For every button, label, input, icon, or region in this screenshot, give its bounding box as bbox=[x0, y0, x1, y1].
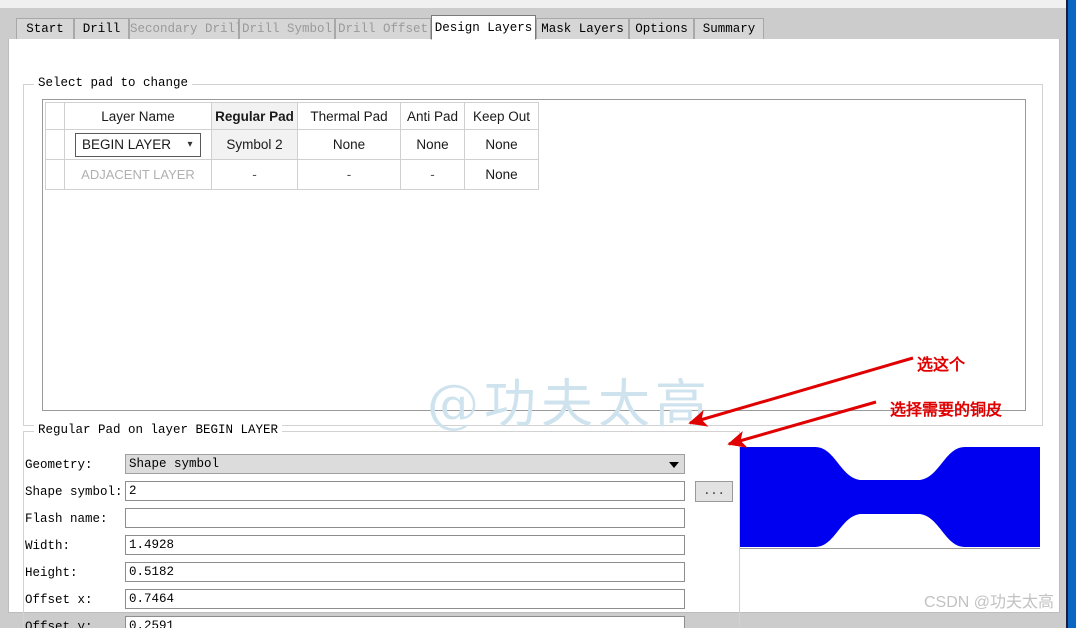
offset-x-input-value: 0.7464 bbox=[129, 592, 174, 606]
shape-symbol-input[interactable]: 2 bbox=[125, 481, 685, 501]
form-row-offset-x: Offset x: 0.7464 bbox=[25, 589, 705, 611]
window-top-strip bbox=[0, 0, 1076, 8]
tab-mask-layers[interactable]: Mask Layers bbox=[536, 18, 629, 39]
table-row[interactable]: ADJACENT LAYER - - - None bbox=[46, 160, 539, 190]
row-anti-pad-adjacent[interactable]: - bbox=[401, 160, 465, 190]
offset-y-input[interactable]: 0.2591 bbox=[125, 616, 685, 628]
table-row[interactable]: BEGIN LAYER ▾ Symbol 2 None None None bbox=[46, 130, 539, 160]
row-thermal-pad-begin[interactable]: None bbox=[298, 130, 401, 160]
row-anti-pad-begin[interactable]: None bbox=[401, 130, 465, 160]
form-row-width: Width: 1.4928 bbox=[25, 535, 705, 557]
height-label: Height: bbox=[25, 562, 125, 584]
height-input-value: 0.5182 bbox=[129, 565, 174, 579]
tab-secondary-drill[interactable]: Secondary Drill bbox=[129, 18, 239, 39]
tab-summary[interactable]: Summary bbox=[694, 18, 764, 39]
width-label: Width: bbox=[25, 535, 125, 557]
row-index-begin bbox=[46, 130, 65, 160]
shape-symbol-label: Shape symbol: bbox=[25, 481, 125, 503]
offset-x-input[interactable]: 0.7464 bbox=[125, 589, 685, 609]
row-regular-pad-adjacent[interactable]: - bbox=[212, 160, 298, 190]
geometry-dropdown-value: Shape symbol bbox=[129, 457, 219, 471]
table-header-keep-out: Keep Out bbox=[465, 103, 539, 130]
shape-symbol-browse-button[interactable]: ... bbox=[695, 481, 733, 502]
tab-drill-offset[interactable]: Drill Offset bbox=[335, 18, 431, 39]
annotation-label-2: 选择需要的铜皮 bbox=[890, 396, 1002, 420]
pad-table-panel: Layer Name Regular Pad Thermal Pad Anti … bbox=[42, 99, 1026, 411]
tab-drill-symbol[interactable]: Drill Symbol bbox=[239, 18, 335, 39]
table-header-layer-name: Layer Name bbox=[65, 103, 212, 130]
form-row-geometry: Geometry: Shape symbol bbox=[25, 454, 705, 476]
row-keep-out-adjacent[interactable]: None bbox=[465, 160, 539, 190]
form-row-shape-symbol: Shape symbol: 2 ... bbox=[25, 481, 745, 503]
table-header-thermal-pad: Thermal Pad bbox=[298, 103, 401, 130]
width-input[interactable]: 1.4928 bbox=[125, 535, 685, 555]
form-row-flash-name: Flash name: bbox=[25, 508, 705, 530]
tab-start[interactable]: Start bbox=[16, 18, 74, 39]
tab-options[interactable]: Options bbox=[629, 18, 694, 39]
row-index-adjacent bbox=[46, 160, 65, 190]
table-header-row: Layer Name Regular Pad Thermal Pad Anti … bbox=[46, 103, 539, 130]
offset-y-label: Offset y: bbox=[25, 616, 125, 628]
regular-pad-group-legend: Regular Pad on layer BEGIN LAYER bbox=[34, 423, 282, 437]
layer-name-combobox[interactable]: BEGIN LAYER ▾ bbox=[75, 133, 201, 157]
table-header-anti-pad: Anti Pad bbox=[401, 103, 465, 130]
shape-symbol-input-value: 2 bbox=[129, 484, 137, 498]
preview-baseline bbox=[740, 548, 1040, 549]
application-window: Start Drill Secondary Drill Drill Symbol… bbox=[0, 0, 1076, 628]
offset-y-input-value: 0.2591 bbox=[129, 619, 174, 628]
geometry-dropdown[interactable]: Shape symbol bbox=[125, 454, 685, 474]
chevron-down-icon: ▾ bbox=[180, 140, 200, 150]
row-keep-out-begin[interactable]: None bbox=[465, 130, 539, 160]
flash-name-input[interactable] bbox=[125, 508, 685, 528]
tab-design-layers[interactable]: Design Layers bbox=[431, 15, 536, 40]
offset-x-label: Offset x: bbox=[25, 589, 125, 611]
chevron-down-icon bbox=[669, 462, 679, 468]
select-pad-group: Select pad to change Layer Name Regular … bbox=[23, 84, 1043, 426]
form-row-offset-y: Offset y: 0.2591 bbox=[25, 616, 705, 628]
pad-shape-preview bbox=[740, 447, 1040, 547]
height-input[interactable]: 0.5182 bbox=[125, 562, 685, 582]
row-layer-name-begin[interactable]: BEGIN LAYER ▾ bbox=[65, 130, 212, 160]
row-regular-pad-begin[interactable]: Symbol 2 bbox=[212, 130, 298, 160]
layer-name-combobox-value: BEGIN LAYER bbox=[76, 137, 180, 152]
table-header-index bbox=[46, 103, 65, 130]
dogbone-pad-shape-icon bbox=[740, 447, 1040, 547]
row-layer-name-adjacent: ADJACENT LAYER bbox=[65, 160, 212, 190]
table-header-regular-pad: Regular Pad bbox=[212, 103, 298, 130]
pad-table: Layer Name Regular Pad Thermal Pad Anti … bbox=[45, 102, 539, 190]
flash-name-label: Flash name: bbox=[25, 508, 125, 530]
row-thermal-pad-adjacent[interactable]: - bbox=[298, 160, 401, 190]
geometry-label: Geometry: bbox=[25, 454, 125, 476]
form-row-height: Height: 0.5182 bbox=[25, 562, 705, 584]
select-pad-group-legend: Select pad to change bbox=[34, 76, 192, 90]
center-watermark: @功夫太高 bbox=[427, 362, 712, 437]
tab-drill[interactable]: Drill bbox=[74, 18, 129, 39]
corner-watermark: CSDN @功夫太高 bbox=[924, 588, 1054, 612]
annotation-label-1: 选这个 bbox=[917, 351, 965, 375]
width-input-value: 1.4928 bbox=[129, 538, 174, 552]
tab-bar: Start Drill Secondary Drill Drill Symbol… bbox=[8, 18, 1060, 40]
window-right-edge-accent bbox=[1068, 0, 1076, 628]
